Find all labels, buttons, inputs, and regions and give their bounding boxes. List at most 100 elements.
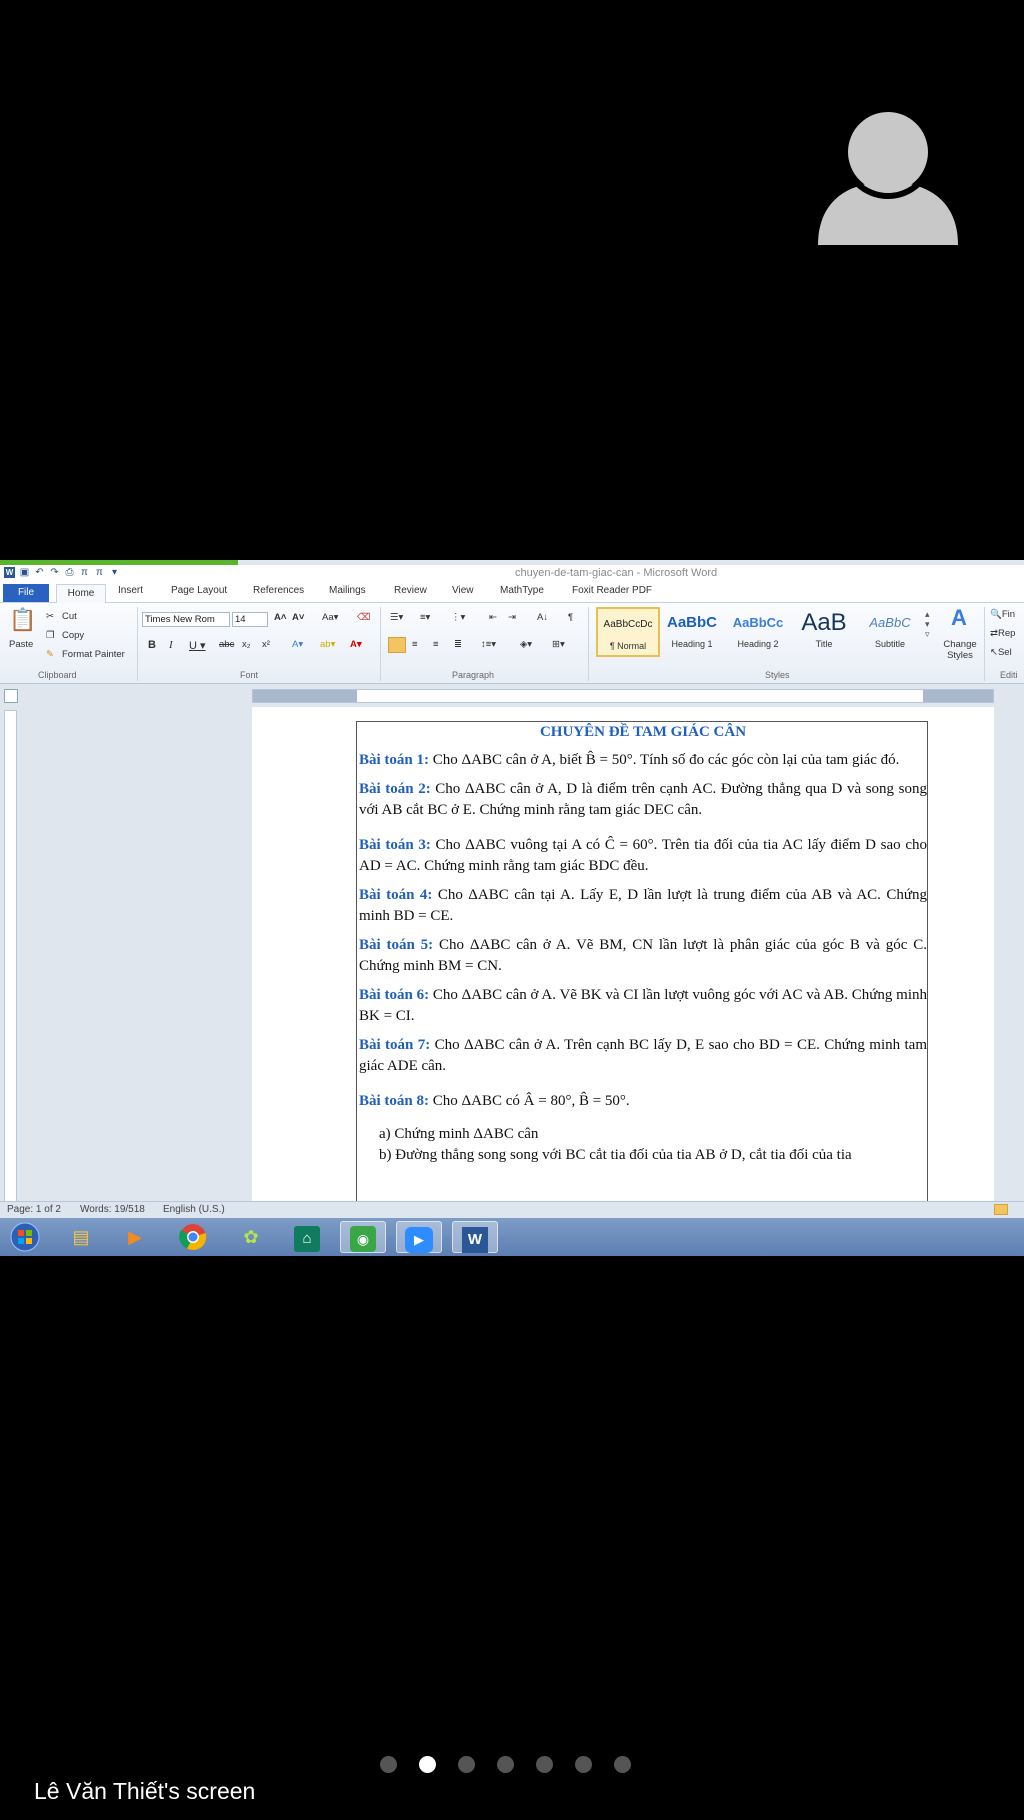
align-right-icon[interactable]: ≡ [433, 639, 439, 650]
save-icon[interactable]: ▣ [19, 567, 30, 578]
change-styles-icon[interactable]: A [944, 605, 974, 631]
paste-icon[interactable]: 📋 [8, 607, 38, 635]
font-color-icon[interactable]: A▾ [350, 639, 362, 650]
problem-2: Bài toán 2: Cho ΔABC cân ở A, D là điểm … [359, 779, 927, 821]
tab-view[interactable]: View [452, 585, 474, 596]
format-painter-button[interactable]: Format Painter [62, 649, 125, 660]
page-dot[interactable] [536, 1756, 553, 1773]
app-capture-icon[interactable]: ◉ [340, 1221, 386, 1253]
tab-file[interactable]: File [3, 584, 49, 602]
font-size-field[interactable]: 14 [232, 612, 268, 627]
ruler-toggle[interactable] [4, 689, 18, 703]
font-name-field[interactable]: Times New Rom [142, 612, 230, 627]
multilevel-list-icon[interactable]: ⋮▾ [451, 612, 465, 623]
style-heading-1[interactable]: AaBbC Heading 1 [660, 607, 724, 657]
sort-icon[interactable]: A↓ [537, 612, 548, 623]
start-button[interactable] [2, 1221, 48, 1253]
pi-alt-icon[interactable]: π [94, 567, 105, 578]
language-indicator[interactable]: English (U.S.) [163, 1204, 225, 1215]
cut-button[interactable]: Cut [62, 611, 77, 622]
find-button[interactable]: 🔍Fin [990, 609, 1015, 620]
page-dot-active[interactable] [419, 1756, 436, 1773]
shading-icon[interactable]: ◈▾ [520, 639, 532, 650]
find-label: Fin [1001, 609, 1016, 620]
italic-icon[interactable]: I [169, 639, 173, 651]
tab-home[interactable]: Home [56, 584, 106, 604]
divider [137, 607, 138, 681]
numbering-icon[interactable]: ≡▾ [420, 612, 430, 623]
chrome-icon[interactable] [170, 1221, 216, 1253]
style-sample: AaBbC [869, 615, 911, 630]
redo-icon[interactable]: ↷ [49, 567, 60, 578]
app-green-icon[interactable]: ✿ [228, 1221, 274, 1253]
line-spacing-icon[interactable]: ↕≡▾ [481, 639, 496, 650]
tab-page-layout[interactable]: Page Layout [171, 585, 227, 596]
superscript-icon[interactable]: x² [262, 639, 270, 650]
print-preview-icon[interactable]: ⎙ [64, 567, 75, 578]
tab-review[interactable]: Review [394, 585, 427, 596]
page-dot[interactable] [380, 1756, 397, 1773]
clear-formatting-icon[interactable]: ⌫ [357, 612, 370, 623]
cut-icon[interactable]: ✂ [46, 611, 54, 622]
pi-icon[interactable]: π [79, 567, 90, 578]
undo-icon[interactable]: ↶ [34, 567, 45, 578]
word-taskbar-icon[interactable]: W [452, 1221, 498, 1253]
underline-icon[interactable]: U ▾ [189, 639, 206, 652]
document-page[interactable]: CHUYÊN ĐỀ TAM GIÁC CÂN Bài toán 1: Cho Δ… [252, 707, 994, 1241]
page-dot[interactable] [458, 1756, 475, 1773]
tab-foxit-reader-pdf[interactable]: Foxit Reader PDF [572, 585, 652, 596]
justify-icon[interactable]: ≣ [454, 639, 462, 650]
increase-indent-icon[interactable]: ⇥ [508, 612, 516, 623]
document-content[interactable]: CHUYÊN ĐỀ TAM GIÁC CÂN Bài toán 1: Cho Δ… [359, 722, 927, 1166]
tab-insert[interactable]: Insert [118, 585, 143, 596]
tab-mathtype[interactable]: MathType [500, 585, 544, 596]
find-icon: 🔍 [990, 609, 1002, 620]
strikethrough-icon[interactable]: abc [219, 639, 234, 650]
taskbar: ▤ ▶ ✿ ⌂ ◉ ▶ W [0, 1218, 1024, 1256]
select-icon: ↖ [990, 647, 998, 658]
word-count[interactable]: Words: 19/518 [80, 1204, 145, 1215]
decrease-indent-icon[interactable]: ⇤ [489, 612, 497, 623]
show-formatting-icon[interactable]: ¶ [568, 612, 573, 623]
paste-button[interactable]: Paste [9, 639, 33, 650]
align-left-icon[interactable] [388, 637, 406, 653]
text-effects-icon[interactable]: A▾ [292, 639, 303, 650]
grow-font-icon[interactable]: A˄ [274, 612, 286, 623]
bullets-icon[interactable]: ☰▾ [390, 612, 403, 623]
customize-qat-icon[interactable]: ▾ [109, 567, 120, 578]
page-count[interactable]: Page: 1 of 2 [7, 1204, 61, 1215]
highlight-icon[interactable]: ab▾ [320, 639, 335, 650]
format-painter-icon[interactable]: ✎ [46, 649, 54, 660]
bold-icon[interactable]: B [148, 639, 156, 651]
copy-icon[interactable]: ❐ [46, 630, 55, 641]
change-case-icon[interactable]: Aa▾ [322, 612, 338, 623]
zoom-icon[interactable]: ▶ [396, 1221, 442, 1253]
subscript-icon[interactable]: x₂ [242, 639, 250, 650]
page-dot[interactable] [575, 1756, 592, 1773]
style-subtitle[interactable]: AaBbC Subtitle [858, 607, 922, 657]
style-normal[interactable]: AaBbCcDc ¶ Normal [596, 607, 660, 657]
style-name: Heading 1 [671, 639, 713, 649]
problem-8-part-b: b) Đường thẳng song song với BC cắt tia … [379, 1147, 852, 1163]
shrink-font-icon[interactable]: A˅ [292, 612, 304, 623]
horizontal-ruler[interactable] [252, 689, 994, 703]
align-center-icon[interactable]: ≡ [412, 639, 418, 650]
replace-button[interactable]: ⇄Rep [990, 628, 1015, 639]
page-dot[interactable] [614, 1756, 631, 1773]
borders-icon[interactable]: ⊞▾ [552, 639, 565, 650]
vertical-ruler[interactable] [4, 710, 17, 1224]
print-layout-view-icon[interactable] [994, 1204, 1008, 1215]
style-heading-2[interactable]: AaBbCc Heading 2 [726, 607, 790, 657]
word-app-icon[interactable]: W [4, 567, 15, 578]
change-styles-button[interactable]: Change Styles [940, 639, 980, 661]
select-button[interactable]: ↖Sel [990, 647, 1012, 658]
file-explorer-icon[interactable]: ▤ [58, 1221, 104, 1253]
media-player-icon[interactable]: ▶ [112, 1221, 158, 1253]
copy-button[interactable]: Copy [62, 630, 84, 641]
tab-references[interactable]: References [253, 585, 304, 596]
page-dot[interactable] [497, 1756, 514, 1773]
app-teal-icon[interactable]: ⌂ [284, 1221, 330, 1253]
tab-mailings[interactable]: Mailings [329, 585, 366, 596]
style-title[interactable]: AaB Title [792, 607, 856, 657]
styles-scroll-icon[interactable]: ▴ ▾ ▿ [925, 609, 930, 639]
